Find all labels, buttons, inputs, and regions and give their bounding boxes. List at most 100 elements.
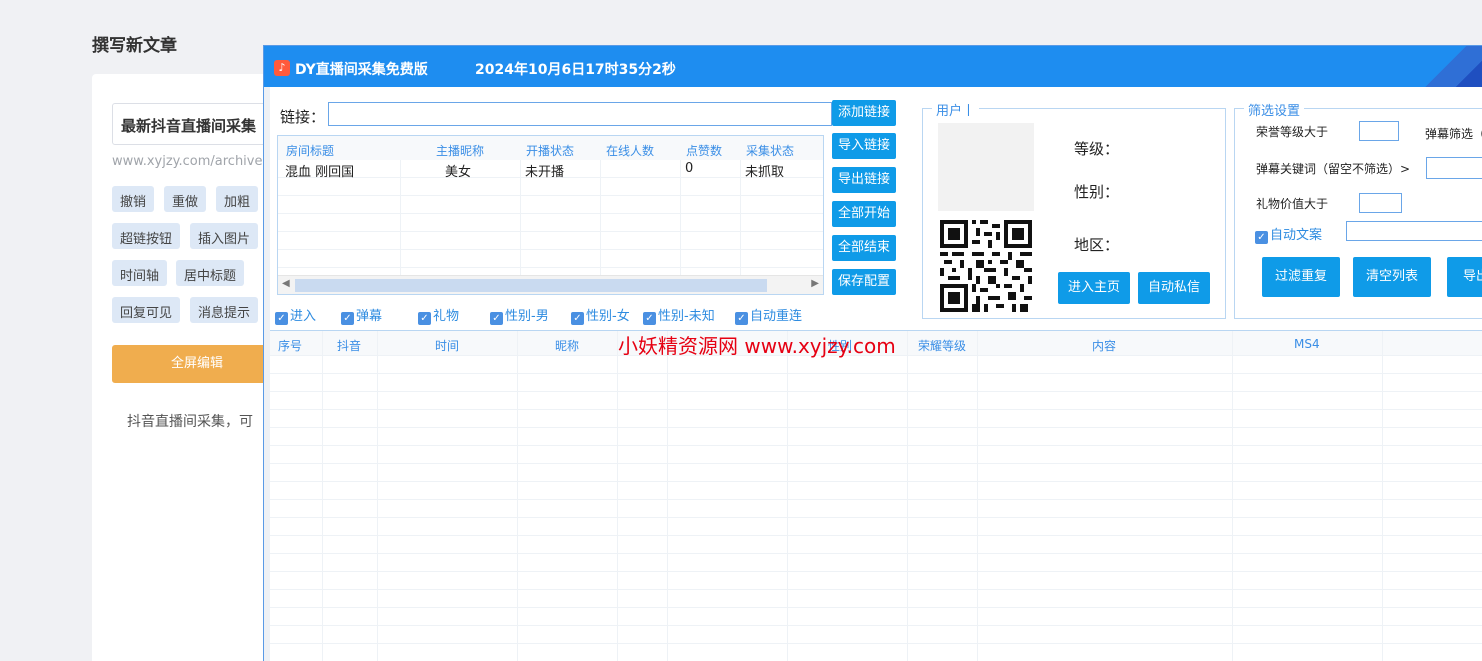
col-likes[interactable]: 点赞数 xyxy=(686,142,722,159)
auto-text-input[interactable] xyxy=(1346,221,1482,241)
col-honor-level[interactable]: 荣耀等级 xyxy=(918,337,966,354)
checkbox-label: 性别-男 xyxy=(505,309,549,324)
checkbox-label: 自动文案 xyxy=(1270,228,1323,243)
save-config-button[interactable]: 保存配置 xyxy=(832,269,896,295)
room-table[interactable]: 房间标题 主播昵称 开播状态 在线人数 点赞数 采集状态 混血 刚回国 美女 未… xyxy=(277,135,824,295)
reply-visible-button[interactable]: 回复可见 xyxy=(112,297,181,323)
filter-group: 筛选设置 荣誉等级大于 弹幕筛选（ 弹幕关键词（留空不筛选）> 礼物价值大于 ✓… xyxy=(1234,100,1482,319)
client-area: 链接： 添加链接 导入链接 导出链接 全部开始 全部结束 保存配置 房间标题 主… xyxy=(264,87,1482,661)
checkbox-danmu[interactable]: ✓ 弹幕 xyxy=(341,305,382,325)
link-button[interactable]: 超链按钮 xyxy=(112,223,181,249)
scroll-left-icon[interactable]: ◀ xyxy=(282,278,290,289)
check-icon: ✓ xyxy=(1255,231,1268,244)
timeline-button[interactable]: 时间轴 xyxy=(112,260,168,286)
checkbox-auto-reconnect[interactable]: ✓ 自动重连 xyxy=(735,305,802,325)
insert-image-button[interactable]: 插入图片 xyxy=(190,223,259,249)
check-icon: ✓ xyxy=(571,312,584,325)
checkbox-enter[interactable]: ✓ 进入 xyxy=(275,305,316,325)
bold-button[interactable]: 加粗 xyxy=(216,186,259,212)
table-row xyxy=(278,178,823,196)
check-icon: ✓ xyxy=(735,312,748,325)
checkbox-auto-text[interactable]: ✓ 自动文案 xyxy=(1255,224,1322,244)
link-label: 链接： xyxy=(280,108,326,126)
post-body-text: 抖音直播间采集，可 xyxy=(127,414,253,430)
stop-all-button[interactable]: 全部结束 xyxy=(832,235,896,261)
link-input[interactable] xyxy=(328,102,832,126)
gender-label: 性别： xyxy=(1074,183,1120,201)
gift-value-input[interactable] xyxy=(1359,193,1402,213)
level-label: 等级： xyxy=(1074,140,1120,158)
col-nickname[interactable]: 昵称 xyxy=(555,337,579,354)
title-bar-decoration xyxy=(1412,46,1482,87)
fullscreen-edit-button[interactable]: 全屏编辑 xyxy=(112,345,282,383)
checkbox-label: 自动重连 xyxy=(750,309,803,324)
start-all-button[interactable]: 全部开始 xyxy=(832,201,896,227)
checkbox-female[interactable]: ✓ 性别-女 xyxy=(571,305,630,325)
auto-message-button[interactable]: 自动私信 xyxy=(1138,272,1210,304)
table-row xyxy=(278,196,823,214)
tiktok-icon: ♪ xyxy=(274,60,290,76)
check-icon: ✓ xyxy=(275,312,288,325)
col-ms4[interactable]: MS4 xyxy=(1294,337,1320,351)
enter-home-button[interactable]: 进入主页 xyxy=(1058,272,1130,304)
message-tip-button[interactable]: 消息提示 xyxy=(190,297,259,323)
check-icon: ✓ xyxy=(490,312,503,325)
checkbox-label: 性别-未知 xyxy=(658,309,715,324)
add-link-button[interactable]: 添加链接 xyxy=(832,100,896,126)
table-row xyxy=(278,214,823,232)
datetime-display: 2024年10月6日17时35分2秒 xyxy=(475,62,676,78)
filter-duplicates-button[interactable]: 过滤重复 xyxy=(1262,257,1340,297)
region-label: 地区： xyxy=(1074,236,1120,254)
user-group-legend: 用户丨 xyxy=(932,100,980,119)
avatar xyxy=(938,123,1034,211)
checkbox-label: 弹幕 xyxy=(356,309,383,324)
checkbox-label: 礼物 xyxy=(433,309,460,324)
center-title-button[interactable]: 居中标题 xyxy=(176,260,245,286)
col-content[interactable]: 内容 xyxy=(1092,337,1116,354)
filter-group-legend: 筛选设置 xyxy=(1244,100,1305,119)
horizontal-scrollbar[interactable]: ◀ ▶ xyxy=(278,275,823,294)
col-live-status[interactable]: 开播状态 xyxy=(526,142,574,159)
danmu-grid[interactable]: 序号 抖音 时间 昵称 性别 荣耀等级 内容 MS4 xyxy=(270,330,1482,661)
check-icon: ✓ xyxy=(643,312,656,325)
window-title: DY直播间采集免费版 xyxy=(295,62,428,78)
export-link-button[interactable]: 导出链接 xyxy=(832,167,896,193)
col-room-title[interactable]: 房间标题 xyxy=(286,142,334,159)
col-online-count[interactable]: 在线人数 xyxy=(606,142,654,159)
col-collect-status[interactable]: 采集状态 xyxy=(746,142,794,159)
page-title: 撰写新文章 xyxy=(92,36,177,56)
col-index[interactable]: 序号 xyxy=(278,337,302,354)
check-icon: ✓ xyxy=(418,312,431,325)
table-row[interactable]: 混血 刚回国 美女 未开播 0 未抓取 xyxy=(278,160,823,180)
scroll-thumb[interactable] xyxy=(295,279,767,292)
col-time[interactable]: 时间 xyxy=(435,337,459,354)
checkbox-male[interactable]: ✓ 性别-男 xyxy=(490,305,549,325)
danmu-keyword-input[interactable] xyxy=(1426,157,1482,179)
gift-value-label: 礼物价值大于 xyxy=(1256,197,1329,211)
checkbox-gift[interactable]: ✓ 礼物 xyxy=(418,305,459,325)
room-table-header: 房间标题 主播昵称 开播状态 在线人数 点赞数 采集状态 xyxy=(278,136,823,160)
title-bar[interactable]: ♪ DY直播间采集免费版 2024年10月6日17时35分2秒 xyxy=(264,46,1482,87)
export-button[interactable]: 导出 xyxy=(1447,257,1482,297)
post-url: www.xyjzy.com/archives/ xyxy=(112,154,274,169)
col-douyin-id[interactable]: 抖音 xyxy=(337,337,361,354)
checkbox-unknown-gender[interactable]: ✓ 性别-未知 xyxy=(643,305,715,325)
watermark: 小妖精资源网 www.xyjzy.com xyxy=(618,334,896,358)
checkbox-label: 性别-女 xyxy=(586,309,630,324)
danmu-keyword-label: 弹幕关键词（留空不筛选）> xyxy=(1256,162,1411,176)
cell-likes: 0 xyxy=(685,161,694,176)
scroll-right-icon[interactable]: ▶ xyxy=(811,278,819,289)
clear-list-button[interactable]: 清空列表 xyxy=(1353,257,1431,297)
table-row xyxy=(278,250,823,268)
undo-button[interactable]: 撤销 xyxy=(112,186,155,212)
danmu-filter-label: 弹幕筛选（ xyxy=(1425,127,1482,141)
redo-button[interactable]: 重做 xyxy=(164,186,207,212)
col-anchor-name[interactable]: 主播昵称 xyxy=(436,142,484,159)
honor-level-label: 荣誉等级大于 xyxy=(1256,125,1329,139)
user-group: 用户丨 等级： 性别： 地区： 进入主页 自动私信 xyxy=(922,100,1226,319)
table-row xyxy=(278,232,823,250)
check-icon: ✓ xyxy=(341,312,354,325)
import-link-button[interactable]: 导入链接 xyxy=(832,133,896,159)
checkbox-label: 进入 xyxy=(290,309,317,324)
honor-level-input[interactable] xyxy=(1359,121,1399,141)
